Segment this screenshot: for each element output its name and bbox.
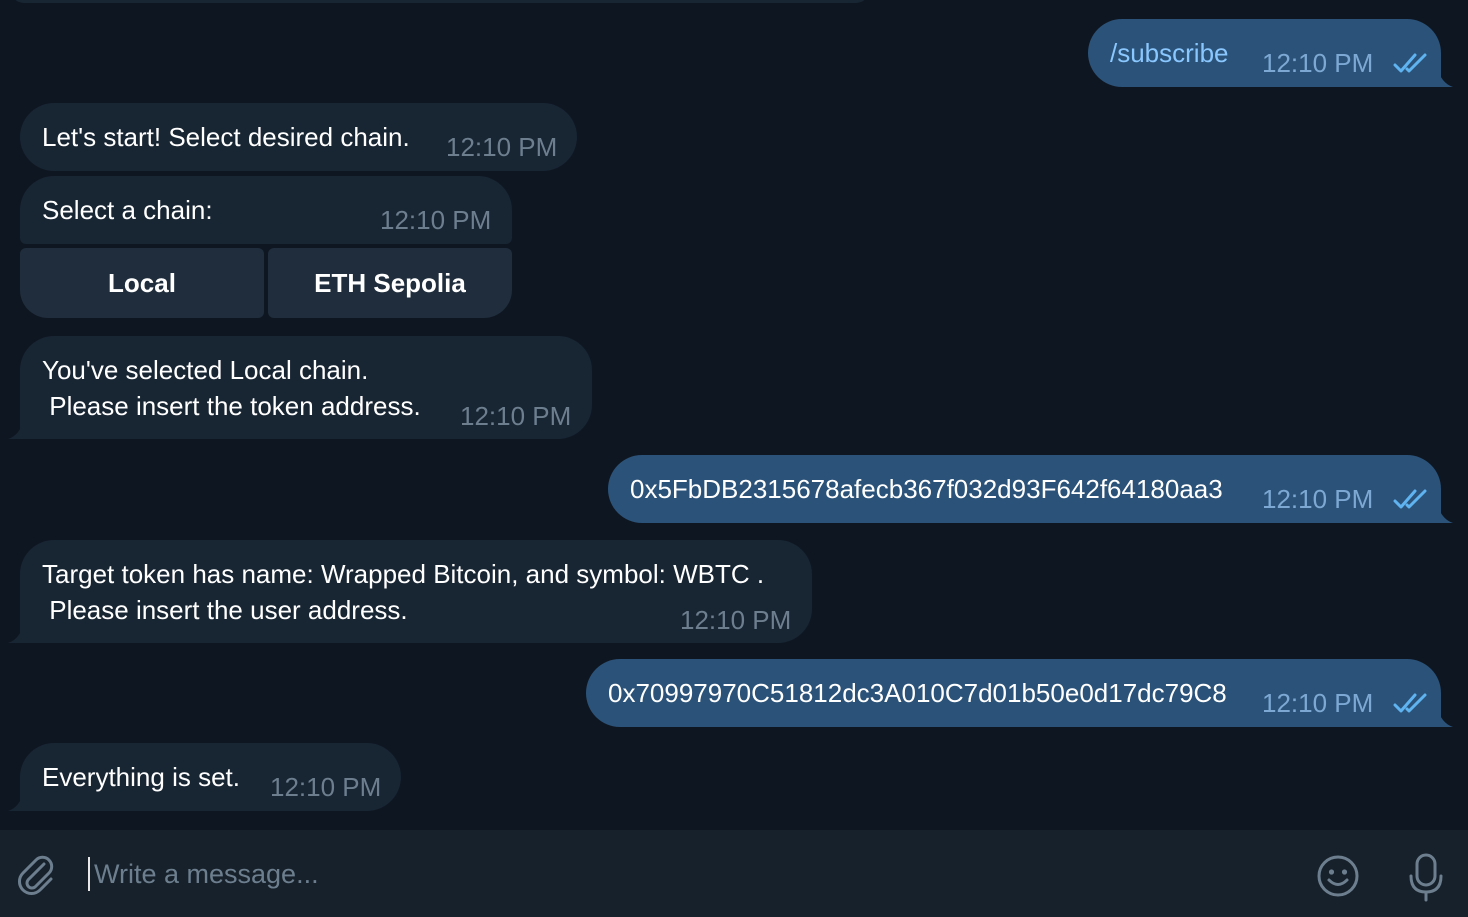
message-composer: Write a message... [0,830,1468,917]
double-check-icon [1393,489,1427,509]
microphone-icon[interactable] [1404,852,1448,904]
outgoing-message[interactable]: /subscribe 12:10 PM [1088,19,1453,87]
message-time: 12:10 PM [460,401,572,431]
message-time: 12:10 PM [270,772,382,802]
message-text: 0x70997970C51812dc3A010C7d01b50e0d17dc79… [608,678,1227,708]
double-check-icon [1393,53,1427,73]
bubble-tail [8,419,28,439]
text-caret [88,857,90,891]
bubble-tail [8,791,28,811]
double-check-icon [1393,693,1427,713]
previous-message-edge [10,0,870,3]
message-time: 12:10 PM [380,205,492,235]
bubble-tail [8,623,28,643]
bubble-tail [1433,503,1453,523]
command-link[interactable]: /subscribe [1110,35,1229,71]
bubble-tail [1433,67,1453,87]
incoming-message[interactable]: You've selected Local chain. Please inse… [8,336,592,439]
message-text: Target token has name: Wrapped Bitcoin, … [42,559,765,625]
bubble-tail [1433,707,1453,727]
incoming-message[interactable]: Select a chain: 12:10 PM [20,176,512,244]
incoming-message[interactable]: Everything is set. 12:10 PM [8,743,401,811]
incoming-message[interactable]: Let's start! Select desired chain. 12:10… [20,103,577,171]
message-input[interactable]: Write a message... [94,856,319,892]
paperclip-icon[interactable] [14,852,58,896]
message-time: 12:10 PM [680,605,792,635]
inline-button-local[interactable]: Local [20,248,264,318]
message-text: Select a chain: [42,195,213,225]
message-text: 0x5FbDB2315678afecb367f032d93F642f64180a… [630,474,1223,504]
message-time: 12:10 PM [446,132,558,162]
smiley-icon[interactable] [1316,854,1360,898]
message-time: 12:10 PM [1262,48,1374,78]
incoming-message[interactable]: Target token has name: Wrapped Bitcoin, … [8,540,812,643]
outgoing-message[interactable]: 0x70997970C51812dc3A010C7d01b50e0d17dc79… [586,659,1453,727]
message-text: Everything is set. [42,762,240,792]
message-time: 12:10 PM [1262,688,1374,718]
inline-button-eth-sepolia[interactable]: ETH Sepolia [268,248,512,318]
message-text: Let's start! Select desired chain. [42,122,410,152]
message-time: 12:10 PM [1262,484,1374,514]
chat-history[interactable]: /subscribe 12:10 PM Let's start! Select … [0,0,1468,830]
outgoing-message[interactable]: 0x5FbDB2315678afecb367f032d93F642f64180a… [608,455,1453,523]
message-text: You've selected Local chain. Please inse… [42,355,421,421]
